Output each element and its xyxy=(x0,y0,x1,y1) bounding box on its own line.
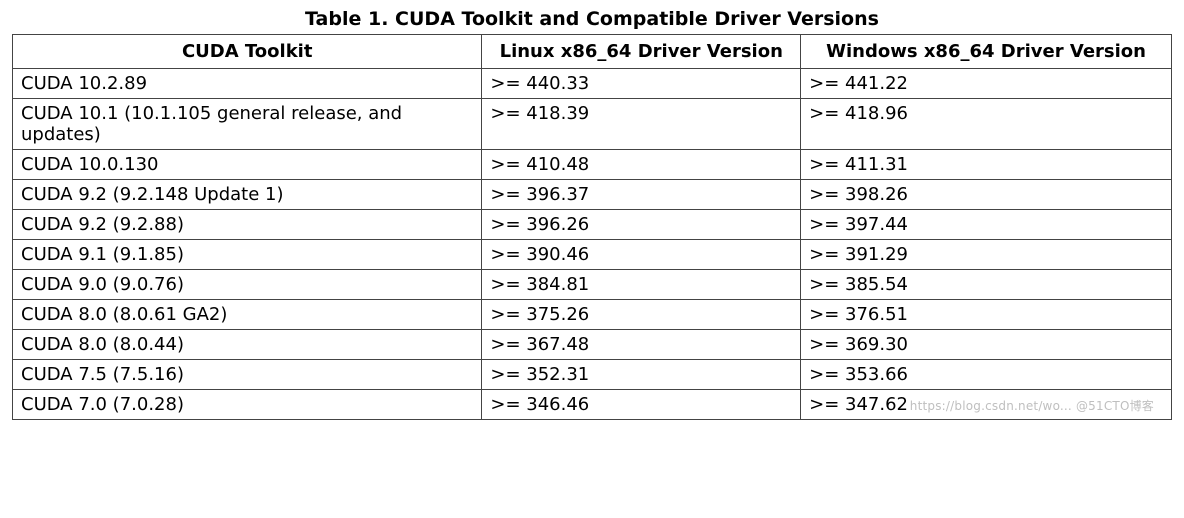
table-row: CUDA 8.0 (8.0.61 GA2)>= 375.26>= 376.51 xyxy=(13,300,1172,330)
header-cuda-toolkit: CUDA Toolkit xyxy=(13,35,482,69)
table-row: CUDA 7.0 (7.0.28)>= 346.46>= 347.62 xyxy=(13,390,1172,420)
cell-cuda-toolkit: CUDA 10.1 (10.1.105 general release, and… xyxy=(13,99,482,150)
cell-linux-driver: >= 418.39 xyxy=(482,99,801,150)
cell-windows-driver: >= 347.62 xyxy=(801,390,1172,420)
cell-windows-driver: >= 376.51 xyxy=(801,300,1172,330)
cell-windows-driver: >= 398.26 xyxy=(801,180,1172,210)
cell-windows-driver: >= 441.22 xyxy=(801,69,1172,99)
cell-windows-driver: >= 397.44 xyxy=(801,210,1172,240)
header-linux-driver: Linux x86_64 Driver Version xyxy=(482,35,801,69)
cell-cuda-toolkit: CUDA 8.0 (8.0.44) xyxy=(13,330,482,360)
cell-cuda-toolkit: CUDA 10.2.89 xyxy=(13,69,482,99)
cell-linux-driver: >= 375.26 xyxy=(482,300,801,330)
cell-windows-driver: >= 418.96 xyxy=(801,99,1172,150)
table-row: CUDA 10.2.89>= 440.33>= 441.22 xyxy=(13,69,1172,99)
table-row: CUDA 9.0 (9.0.76)>= 384.81>= 385.54 xyxy=(13,270,1172,300)
cell-cuda-toolkit: CUDA 9.2 (9.2.88) xyxy=(13,210,482,240)
cell-linux-driver: >= 396.37 xyxy=(482,180,801,210)
header-windows-driver: Windows x86_64 Driver Version xyxy=(801,35,1172,69)
cell-windows-driver: >= 385.54 xyxy=(801,270,1172,300)
cell-cuda-toolkit: CUDA 9.2 (9.2.148 Update 1) xyxy=(13,180,482,210)
cell-cuda-toolkit: CUDA 7.0 (7.0.28) xyxy=(13,390,482,420)
table-row: CUDA 10.0.130>= 410.48>= 411.31 xyxy=(13,150,1172,180)
table-container: Table 1. CUDA Toolkit and Compatible Dri… xyxy=(12,8,1172,420)
cell-windows-driver: >= 353.66 xyxy=(801,360,1172,390)
cell-linux-driver: >= 352.31 xyxy=(482,360,801,390)
cell-linux-driver: >= 440.33 xyxy=(482,69,801,99)
cell-linux-driver: >= 396.26 xyxy=(482,210,801,240)
cell-cuda-toolkit: CUDA 8.0 (8.0.61 GA2) xyxy=(13,300,482,330)
table-row: CUDA 9.2 (9.2.148 Update 1)>= 396.37>= 3… xyxy=(13,180,1172,210)
table-row: CUDA 9.1 (9.1.85)>= 390.46>= 391.29 xyxy=(13,240,1172,270)
cell-cuda-toolkit: CUDA 9.0 (9.0.76) xyxy=(13,270,482,300)
table-title: Table 1. CUDA Toolkit and Compatible Dri… xyxy=(12,8,1172,30)
cell-cuda-toolkit: CUDA 9.1 (9.1.85) xyxy=(13,240,482,270)
table-header-row: CUDA Toolkit Linux x86_64 Driver Version… xyxy=(13,35,1172,69)
table-row: CUDA 8.0 (8.0.44)>= 367.48>= 369.30 xyxy=(13,330,1172,360)
cell-linux-driver: >= 410.48 xyxy=(482,150,801,180)
cell-linux-driver: >= 346.46 xyxy=(482,390,801,420)
cell-linux-driver: >= 367.48 xyxy=(482,330,801,360)
cell-cuda-toolkit: CUDA 7.5 (7.5.16) xyxy=(13,360,482,390)
cell-windows-driver: >= 391.29 xyxy=(801,240,1172,270)
table-row: CUDA 7.5 (7.5.16)>= 352.31>= 353.66 xyxy=(13,360,1172,390)
compat-table: CUDA Toolkit Linux x86_64 Driver Version… xyxy=(12,34,1172,420)
cell-windows-driver: >= 411.31 xyxy=(801,150,1172,180)
table-row: CUDA 10.1 (10.1.105 general release, and… xyxy=(13,99,1172,150)
cell-linux-driver: >= 390.46 xyxy=(482,240,801,270)
cell-cuda-toolkit: CUDA 10.0.130 xyxy=(13,150,482,180)
cell-linux-driver: >= 384.81 xyxy=(482,270,801,300)
table-row: CUDA 9.2 (9.2.88)>= 396.26>= 397.44 xyxy=(13,210,1172,240)
cell-windows-driver: >= 369.30 xyxy=(801,330,1172,360)
